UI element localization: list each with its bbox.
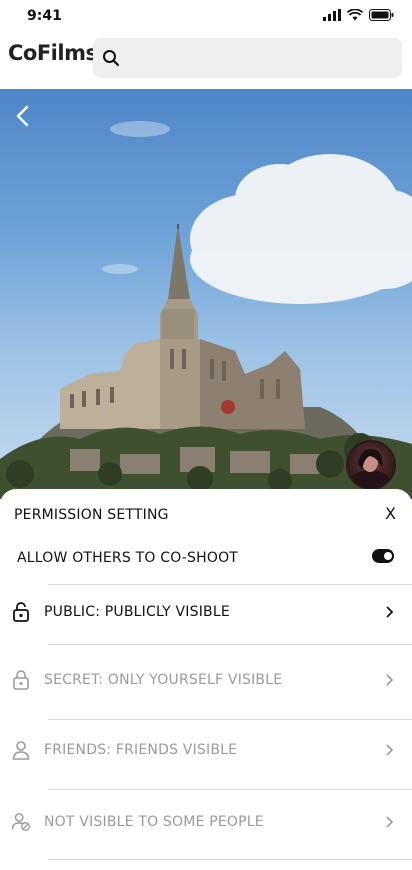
co-shoot-row: ALLOW OTHERS TO CO-SHOOT xyxy=(0,541,412,581)
option-label: FRIENDS: FRIENDS VISIBLE xyxy=(44,742,238,758)
chevron-right-icon xyxy=(386,744,394,756)
battery-icon xyxy=(369,9,394,21)
divider xyxy=(48,859,412,860)
person-icon xyxy=(12,741,30,760)
divider xyxy=(48,644,412,645)
avatar[interactable] xyxy=(346,440,396,490)
back-icon[interactable] xyxy=(13,104,33,128)
chevron-right-icon xyxy=(386,816,394,828)
hero-image xyxy=(0,89,412,499)
status-bar: 9:41 xyxy=(0,0,412,34)
avatar-face xyxy=(350,448,390,488)
option-public[interactable]: PUBLIC: PUBLICLY VISIBLE xyxy=(0,589,412,637)
app-header: CoFilms xyxy=(0,34,412,88)
lock-icon xyxy=(13,670,29,690)
option-label: SECRET: ONLY YOURSELF VISIBLE xyxy=(44,672,283,688)
signal-icon xyxy=(323,9,341,21)
toggle-knob xyxy=(384,552,392,560)
wifi-icon xyxy=(347,9,363,21)
co-shoot-label: ALLOW OTHERS TO CO-SHOOT xyxy=(17,550,239,566)
close-button[interactable]: X xyxy=(385,504,396,523)
option-secret[interactable]: SECRET: ONLY YOURSELF VISIBLE xyxy=(0,657,412,705)
permission-sheet: PERMISSION SETTING X ALLOW OTHERS TO CO-… xyxy=(0,489,412,870)
status-icons xyxy=(323,9,394,21)
chevron-right-icon xyxy=(386,606,394,618)
search-input[interactable] xyxy=(93,38,402,78)
chevron-right-icon xyxy=(386,674,394,686)
divider xyxy=(48,584,412,585)
unlock-icon xyxy=(13,602,29,622)
option-friends[interactable]: FRIENDS: FRIENDS VISIBLE xyxy=(0,727,412,775)
search-icon xyxy=(103,50,120,67)
divider xyxy=(48,789,412,790)
option-not-visible[interactable]: NOT VISIBLE TO SOME PEOPLE xyxy=(0,799,412,847)
option-label: PUBLIC: PUBLICLY VISIBLE xyxy=(44,604,230,620)
hero-photo xyxy=(0,121,412,499)
status-time: 9:41 xyxy=(27,8,62,24)
co-shoot-toggle[interactable] xyxy=(372,549,394,563)
sheet-title: PERMISSION SETTING xyxy=(14,507,169,523)
divider xyxy=(48,719,412,720)
app-title: CoFilms xyxy=(8,41,98,65)
option-label: NOT VISIBLE TO SOME PEOPLE xyxy=(44,814,264,830)
person-blocked-icon xyxy=(11,813,31,832)
